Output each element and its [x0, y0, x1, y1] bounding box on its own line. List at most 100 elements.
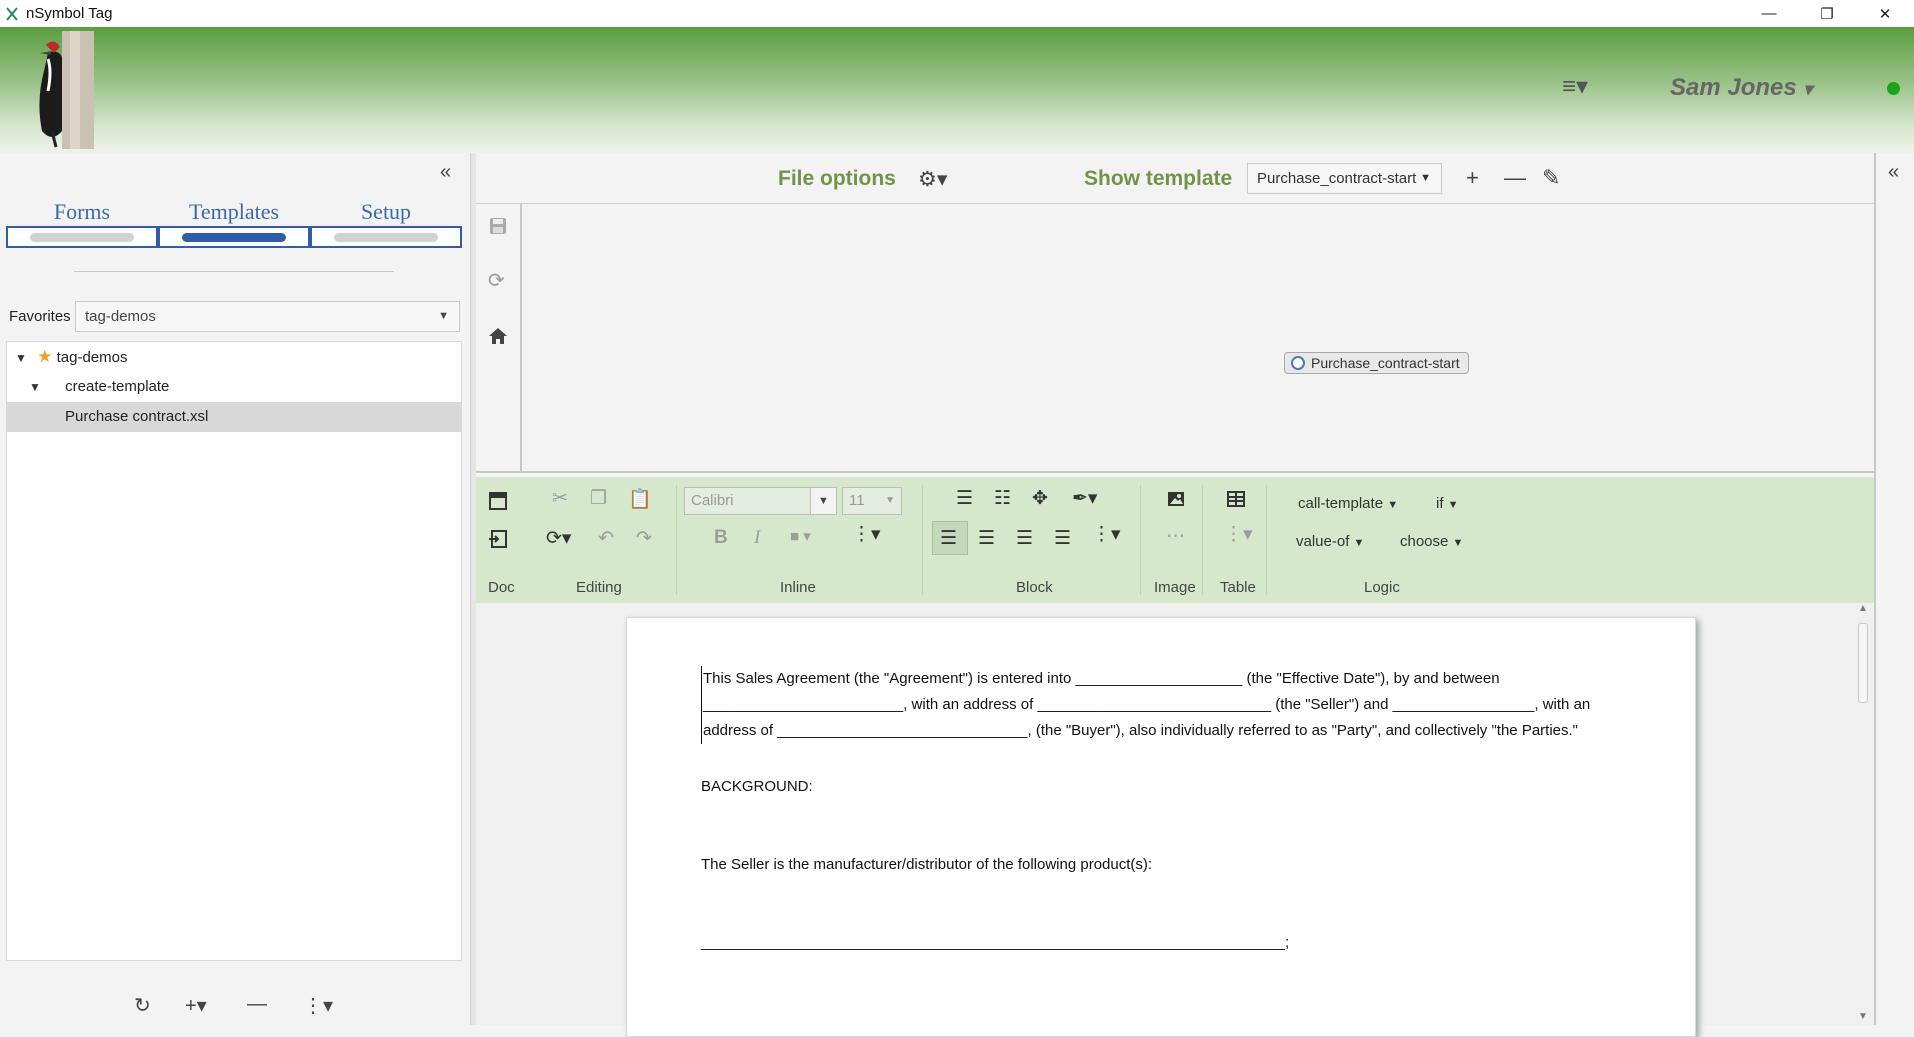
- more-block-icon[interactable]: ⋮▾: [1092, 523, 1121, 546]
- chevron-down-icon: ▾: [1803, 79, 1813, 99]
- scroll-down-icon[interactable]: ▼: [1858, 1011, 1868, 1022]
- import-icon[interactable]: [488, 529, 508, 549]
- if-button[interactable]: if ▼: [1436, 495, 1459, 512]
- tab-setup[interactable]: Setup: [310, 199, 462, 248]
- doc-paragraph[interactable]: The Seller is the manufacturer/distribut…: [701, 852, 1606, 878]
- add-icon[interactable]: +▾: [185, 993, 207, 1018]
- main-menu-icon[interactable]: ≡▾: [1562, 75, 1598, 99]
- minimize-button[interactable]: —: [1740, 0, 1798, 27]
- justify-icon[interactable]: ☰: [1054, 527, 1071, 550]
- value-of-button[interactable]: value-of ▼: [1296, 533, 1364, 550]
- group-label-doc: Doc: [488, 579, 515, 596]
- home-icon[interactable]: [488, 326, 508, 346]
- paste-icon[interactable]: 📋: [628, 487, 652, 511]
- more-inline-icon[interactable]: ⋮▾: [852, 523, 881, 546]
- template-select-value: Purchase_contract-start: [1257, 170, 1417, 187]
- choose-button[interactable]: choose ▼: [1400, 533, 1463, 550]
- image-icon[interactable]: [1166, 489, 1186, 509]
- reload-icon[interactable]: ⟳: [488, 268, 505, 293]
- align-center-icon[interactable]: ☰: [978, 527, 995, 550]
- color-picker-icon[interactable]: ■ ▾: [790, 527, 811, 545]
- more-icon[interactable]: ⋮▾: [303, 993, 333, 1018]
- group-label-image: Image: [1154, 579, 1196, 596]
- app-icon: [6, 6, 18, 21]
- doc-paragraph[interactable]: This Sales Agreement (the "Agreement") i…: [701, 666, 1606, 744]
- template-canvas[interactable]: ⟳ Purchase_contract-start: [476, 203, 1874, 473]
- expand-right-icon[interactable]: «: [1888, 161, 1899, 184]
- move-icon[interactable]: ✥: [1032, 487, 1048, 510]
- template-select[interactable]: Purchase_contract-start ▼: [1247, 163, 1442, 194]
- template-node[interactable]: Purchase_contract-start: [1284, 352, 1469, 374]
- close-button[interactable]: ✕: [1856, 0, 1914, 27]
- document-scrollbar[interactable]: ▲ ▼: [1856, 603, 1870, 1025]
- edit-template-icon[interactable]: ✎: [1542, 165, 1560, 191]
- pen-icon[interactable]: ✒▾: [1072, 487, 1097, 510]
- main-area: File options ⚙▾ Show template Purchase_c…: [476, 153, 1874, 1037]
- font-size-select[interactable]: 11 ▼: [842, 487, 902, 515]
- canvas-sidebar: ⟳: [476, 204, 522, 472]
- call-template-button[interactable]: call-template ▼: [1298, 495, 1398, 512]
- tab-forms[interactable]: Forms: [6, 199, 158, 248]
- align-left-icon[interactable]: ☰: [940, 527, 957, 550]
- template-node-label: Purchase_contract-start: [1311, 355, 1460, 371]
- image-options-icon[interactable]: ⋯: [1166, 525, 1185, 548]
- file-tree: ▼ ★ tag-demos ▼ create-template Purchase…: [6, 341, 462, 961]
- bullet-list-icon[interactable]: ☰: [956, 487, 973, 510]
- tab-setup-label: Setup: [360, 199, 412, 224]
- group-label-table: Table: [1220, 579, 1256, 596]
- doc-heading[interactable]: BACKGROUND:: [701, 774, 1606, 800]
- tree-item-tag-demos[interactable]: ▼ ★ tag-demos: [7, 342, 461, 372]
- align-right-icon[interactable]: ☰: [1016, 527, 1033, 550]
- right-panel: «: [1874, 153, 1914, 1025]
- bold-icon[interactable]: B: [714, 527, 728, 549]
- document-page[interactable]: This Sales Agreement (the "Agreement") i…: [626, 617, 1696, 1037]
- cut-icon[interactable]: ✂: [552, 487, 568, 510]
- copy-icon[interactable]: ❐: [590, 487, 607, 510]
- numbered-list-icon[interactable]: ☷: [994, 487, 1011, 510]
- scrollbar-thumb[interactable]: [1858, 623, 1868, 703]
- tree-item-label: Purchase contract.xsl: [65, 408, 209, 425]
- add-template-icon[interactable]: +: [1466, 165, 1479, 191]
- gear-icon[interactable]: ⚙▾: [918, 167, 947, 192]
- editor-ribbon: ✂ ❐ 📋 ⟳▾ ↶ ↷ Calibri ▼ 11 ▼ B I ■ ▾ ⋮▾ ☰…: [476, 477, 1874, 603]
- undo-icon[interactable]: ↶: [598, 527, 614, 550]
- table-icon[interactable]: [1226, 489, 1246, 509]
- italic-icon[interactable]: I: [754, 527, 760, 549]
- star-icon: ★: [37, 347, 53, 366]
- redo-icon[interactable]: ↷: [636, 527, 652, 550]
- file-options-button[interactable]: File options: [778, 167, 896, 191]
- tab-templates[interactable]: Templates: [158, 199, 310, 248]
- favorites-select[interactable]: tag-demos ▼: [75, 301, 460, 332]
- user-menu[interactable]: Sam Jones ▾: [1670, 74, 1812, 102]
- find-replace-icon[interactable]: ⟳▾: [546, 527, 571, 550]
- status-online-icon: [1887, 82, 1900, 95]
- chevron-down-icon: ▼: [885, 495, 895, 506]
- user-name: Sam Jones: [1670, 74, 1797, 101]
- tree-item-create-template[interactable]: ▼ create-template: [7, 372, 461, 402]
- maximize-button[interactable]: ❐: [1798, 0, 1856, 27]
- scroll-up-icon[interactable]: ▲: [1858, 603, 1868, 614]
- font-select[interactable]: Calibri ▼: [684, 487, 837, 515]
- doc-paragraph[interactable]: ________________________________________…: [701, 930, 1606, 956]
- divider: [74, 271, 394, 272]
- chevron-down-icon: ▼: [438, 310, 449, 322]
- expand-triangle-icon[interactable]: ▼: [29, 372, 47, 402]
- remove-template-icon[interactable]: —: [1504, 165, 1526, 191]
- group-label-block: Block: [1016, 579, 1053, 596]
- choose-label: choose: [1400, 533, 1449, 550]
- collapse-left-icon[interactable]: «: [440, 161, 451, 184]
- expand-triangle-icon[interactable]: ▼: [15, 343, 33, 373]
- woodpecker-logo: [39, 31, 94, 149]
- font-value: Calibri: [691, 492, 734, 509]
- document-editor[interactable]: This Sales Agreement (the "Agreement") i…: [476, 603, 1874, 1037]
- refresh-icon[interactable]: ↻: [134, 993, 151, 1018]
- group-label-inline: Inline: [780, 579, 816, 596]
- page-icon[interactable]: [488, 491, 508, 511]
- remove-icon[interactable]: —: [247, 993, 267, 1016]
- save-icon[interactable]: [488, 216, 508, 236]
- tree-item-label: create-template: [65, 378, 170, 395]
- tree-item-purchase-contract[interactable]: Purchase contract.xsl: [7, 402, 461, 432]
- chevron-down-icon: ▼: [1420, 172, 1431, 184]
- window-title: nSymbol Tag: [26, 5, 113, 22]
- table-options-icon[interactable]: ⋮▾: [1224, 523, 1253, 546]
